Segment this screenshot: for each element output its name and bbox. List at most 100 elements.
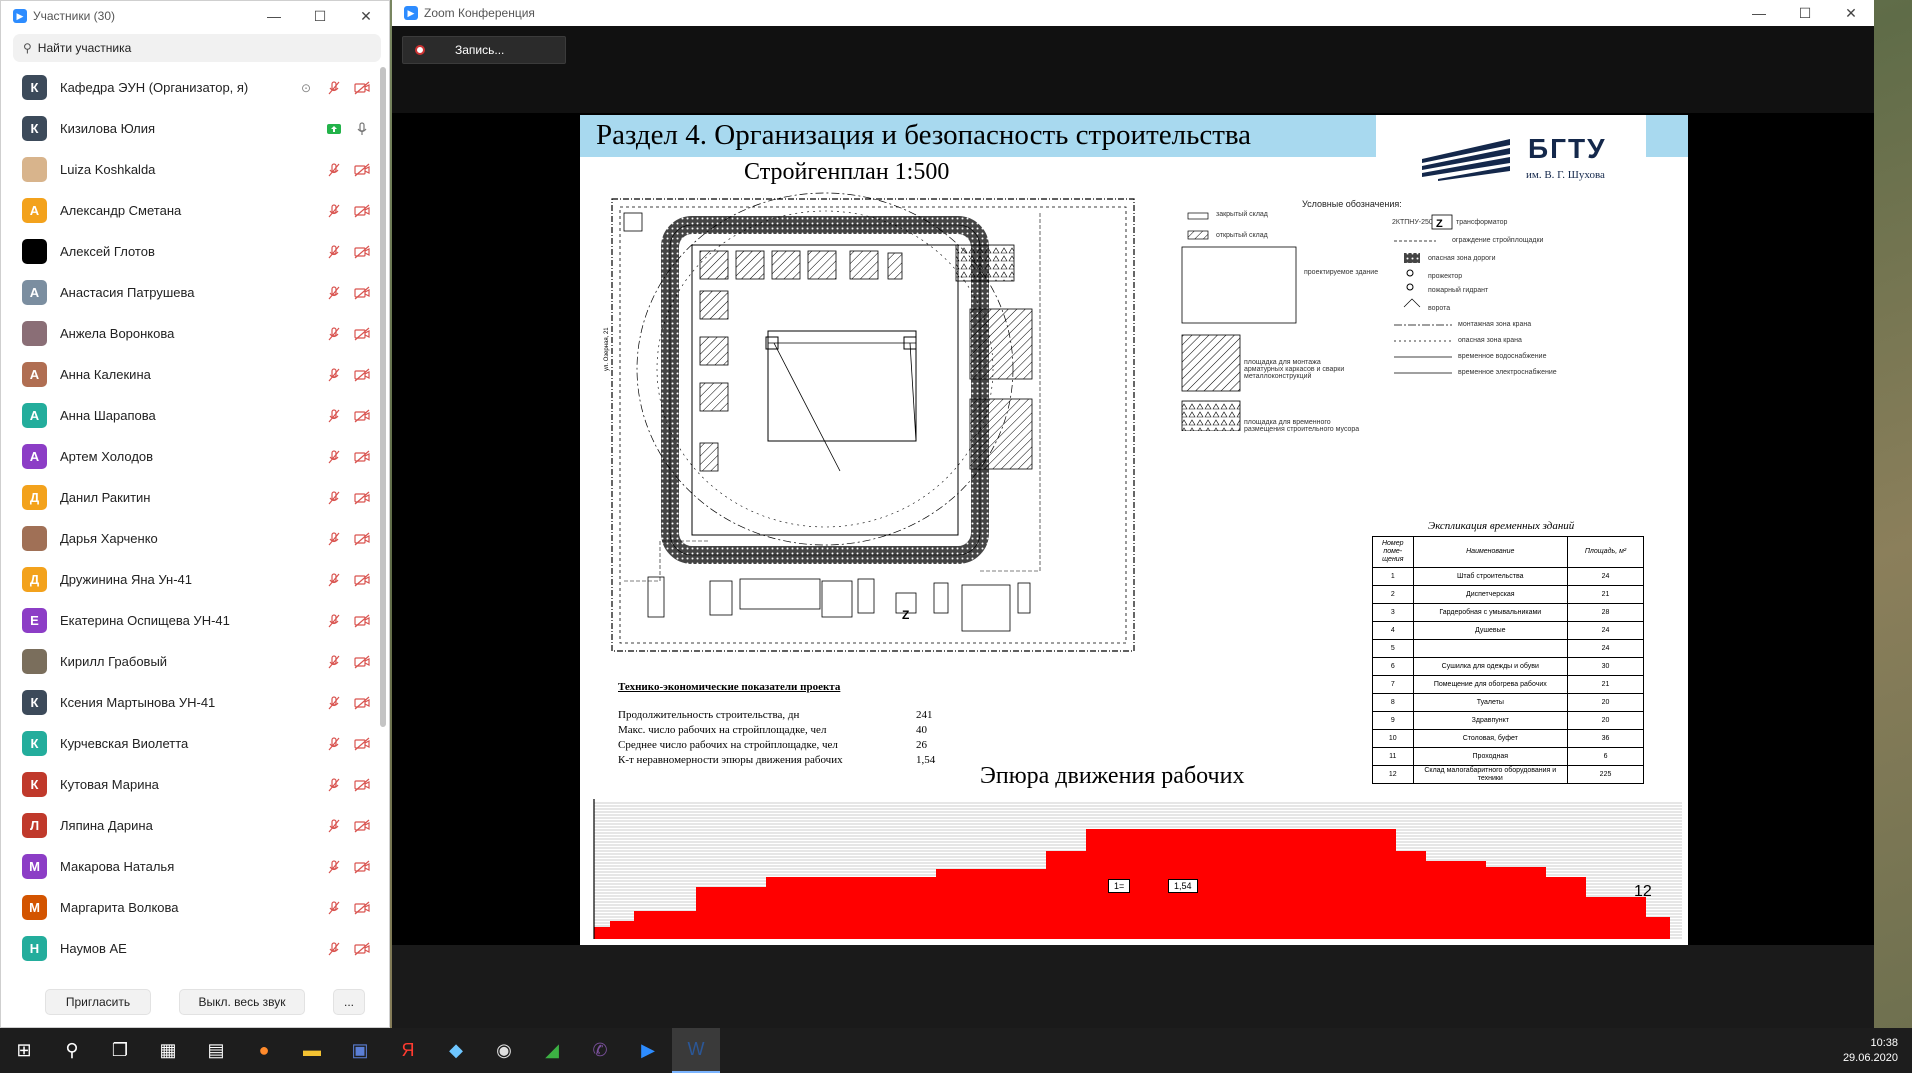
mic-off-icon[interactable] xyxy=(325,900,343,916)
camera-off-icon[interactable] xyxy=(353,367,371,383)
participant-row[interactable]: К Курчевская Виолетта xyxy=(1,723,377,764)
save-disk-icon[interactable]: ▣ xyxy=(336,1028,384,1073)
mic-off-icon[interactable] xyxy=(325,736,343,752)
participant-row[interactable]: А Анна Шарапова xyxy=(1,395,377,436)
camera-off-icon[interactable] xyxy=(353,203,371,219)
mic-off-icon[interactable] xyxy=(325,408,343,424)
camera-off-icon[interactable] xyxy=(353,326,371,342)
more-button[interactable]: ... xyxy=(333,989,365,1015)
participant-status-icons xyxy=(325,162,371,178)
mic-off-icon[interactable] xyxy=(325,613,343,629)
mic-off-icon[interactable] xyxy=(325,572,343,588)
participant-row[interactable]: А Анастасия Патрушева xyxy=(1,272,377,313)
camera-off-icon[interactable] xyxy=(353,736,371,752)
maximize-button[interactable]: ☐ xyxy=(1782,5,1828,22)
notes-icon[interactable]: ◆ xyxy=(432,1028,480,1073)
participant-row[interactable]: Л Ляпина Дарина xyxy=(1,805,377,846)
zoom-taskbar-icon[interactable]: ▶ xyxy=(624,1028,672,1073)
camera-off-icon[interactable] xyxy=(353,244,371,260)
mic-off-icon[interactable] xyxy=(325,695,343,711)
mic-off-icon[interactable] xyxy=(325,859,343,875)
zoom-titlebar[interactable]: ▶ Zoom Конференция — ☐ ✕ xyxy=(392,0,1874,26)
participant-row[interactable]: К Кизилова Юлия xyxy=(1,108,377,149)
archive-icon[interactable]: ▤ xyxy=(192,1028,240,1073)
mic-off-icon[interactable] xyxy=(325,162,343,178)
viber-icon[interactable]: ✆ xyxy=(576,1028,624,1073)
camera-off-icon[interactable] xyxy=(353,941,371,957)
camera-off-icon[interactable] xyxy=(353,900,371,916)
camera-off-icon[interactable] xyxy=(353,859,371,875)
camera-off-icon[interactable] xyxy=(353,531,371,547)
task-view-icon[interactable]: ❐ xyxy=(96,1028,144,1073)
participant-avatar: А xyxy=(22,403,47,428)
mic-on-icon[interactable] xyxy=(353,121,371,137)
invite-button[interactable]: Пригласить xyxy=(45,989,151,1015)
mic-off-icon[interactable] xyxy=(325,326,343,342)
mic-off-icon[interactable] xyxy=(325,654,343,670)
mic-off-icon[interactable] xyxy=(325,285,343,301)
participant-row[interactable]: А Александр Сметана xyxy=(1,190,377,231)
camera-off-icon[interactable] xyxy=(353,408,371,424)
participant-status-icons xyxy=(325,818,371,834)
explication-row: 2 Диспетчерская 21 xyxy=(1372,585,1644,604)
camera-off-icon[interactable] xyxy=(353,613,371,629)
start-icon[interactable]: ⊞ xyxy=(0,1028,48,1073)
word-icon[interactable]: W xyxy=(672,1028,720,1073)
participant-row[interactable]: К Кафедра ЭУН (Организатор, я) ⊙ xyxy=(1,67,377,108)
mute-all-button[interactable]: Выкл. весь звук xyxy=(179,989,305,1015)
minimize-button[interactable]: — xyxy=(1736,5,1782,22)
participant-row[interactable]: Д Данил Ракитин xyxy=(1,477,377,518)
camera-off-icon[interactable] xyxy=(353,572,371,588)
participant-row[interactable]: К Кутовая Марина xyxy=(1,764,377,805)
mic-off-icon[interactable] xyxy=(325,941,343,957)
tep-row-label: Среднее число рабочих на стройплощадке, … xyxy=(618,739,838,751)
participant-list-scrollbar[interactable] xyxy=(380,67,386,727)
participant-search-input[interactable]: ⚲ Найти участника xyxy=(13,34,381,62)
search-icon[interactable]: ⚲ xyxy=(48,1028,96,1073)
camera-off-icon[interactable] xyxy=(353,449,371,465)
mic-off-icon[interactable] xyxy=(325,80,343,96)
participant-row[interactable]: А Артем Холодов xyxy=(1,436,377,477)
participant-row[interactable]: Д Дружинина Яна Ун-41 xyxy=(1,559,377,600)
participant-row[interactable]: Кирилл Грабовый xyxy=(1,641,377,682)
close-button[interactable]: ✕ xyxy=(343,8,389,25)
recording-button[interactable]: Запись... xyxy=(402,36,566,64)
calculator-icon[interactable]: ▦ xyxy=(144,1028,192,1073)
maximize-button[interactable]: ☐ xyxy=(297,8,343,25)
close-button[interactable]: ✕ xyxy=(1828,5,1874,22)
sketch-icon[interactable]: ◢ xyxy=(528,1028,576,1073)
camera-off-icon[interactable] xyxy=(353,818,371,834)
camera-off-icon[interactable] xyxy=(353,695,371,711)
paint-icon[interactable]: ◉ xyxy=(480,1028,528,1073)
camera-off-icon[interactable] xyxy=(353,285,371,301)
participant-row[interactable]: А Анна Калекина xyxy=(1,354,377,395)
participant-row[interactable]: Дарья Харченко xyxy=(1,518,377,559)
file-explorer-icon[interactable]: ▬ xyxy=(288,1028,336,1073)
mic-off-icon[interactable] xyxy=(325,777,343,793)
mic-off-icon[interactable] xyxy=(325,818,343,834)
camera-off-icon[interactable] xyxy=(353,490,371,506)
participant-row[interactable]: М Макарова Наталья xyxy=(1,846,377,887)
mic-off-icon[interactable] xyxy=(325,490,343,506)
mic-off-icon[interactable] xyxy=(325,203,343,219)
mic-off-icon[interactable] xyxy=(325,367,343,383)
minimize-button[interactable]: — xyxy=(251,8,297,25)
participant-row[interactable]: Luiza Koshkalda xyxy=(1,149,377,190)
participant-row[interactable]: Н Наумов АЕ xyxy=(1,928,377,969)
camera-off-icon[interactable] xyxy=(353,654,371,670)
participant-row[interactable]: Анжела Воронкова xyxy=(1,313,377,354)
participant-row[interactable]: М Маргарита Волкова xyxy=(1,887,377,928)
mic-off-icon[interactable] xyxy=(325,449,343,465)
camera-off-icon[interactable] xyxy=(353,162,371,178)
mic-off-icon[interactable] xyxy=(325,244,343,260)
mic-off-icon[interactable] xyxy=(325,531,343,547)
camera-off-icon[interactable] xyxy=(353,80,371,96)
participants-titlebar[interactable]: ▶ Участники (30) — ☐ ✕ xyxy=(1,1,389,31)
participant-row[interactable]: Е Екатерина Оспищева УН-41 xyxy=(1,600,377,641)
system-clock[interactable]: 10:38 29.06.2020 xyxy=(1843,1036,1898,1066)
participant-row[interactable]: Алексей Глотов xyxy=(1,231,377,272)
firefox-icon[interactable]: ● xyxy=(240,1028,288,1073)
participant-row[interactable]: К Ксения Мартынова УН-41 xyxy=(1,682,377,723)
camera-off-icon[interactable] xyxy=(353,777,371,793)
yandex-browser-icon[interactable]: Я xyxy=(384,1028,432,1073)
